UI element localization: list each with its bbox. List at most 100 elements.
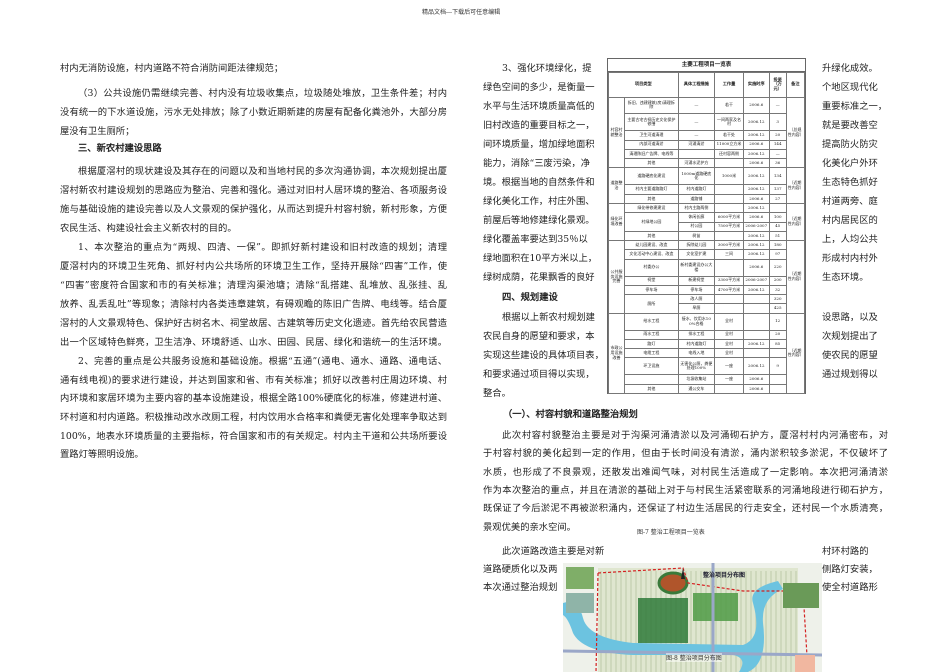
table-cell: 其他 [624,158,679,169]
table-cell: 97 [768,249,787,260]
table-cell: 通公交车 [677,383,716,395]
table-row: 村内主要道路路灯 村内道路灯 2006.12 137 [609,184,805,195]
table-cell: 其他 [624,193,679,204]
section-heading: （一）、村容村貌和道路整治规划 [503,409,638,420]
table-cell: 村内主路两侧 [677,202,716,214]
table-cell: 村公园 [677,221,716,232]
text-line: “四害”密度符合国家和市的有关标准；清理沟渠池塘；清除“乱搭建、乱堆放、乱张挂、… [60,280,447,291]
column-header: 项目类型 [608,72,679,98]
text-line: 此次道路改造主要是对新 [502,546,605,557]
text-line: 旧村改造的重要目标之一， [483,120,595,131]
figure-7-caption: 图-7 整治工程项目一览表 [637,529,705,536]
table-cell: 3300平方米 [714,275,744,286]
table-cell: 村内主要道路路灯 [624,184,679,195]
text-line: 设思路，以及 [822,312,878,323]
map-park [693,593,738,621]
table-cell: 1000m道路硬底化 [677,167,716,186]
column-header: 具体工程措施 [677,72,716,98]
section-heading: 四、规划建设 [502,292,558,303]
table-cell: 一座 [714,357,744,376]
text-line: 本次通过整治规划 [483,582,558,593]
table-cell [714,258,744,277]
table-cell: 改人厕 [677,294,716,305]
text-line: 水质，也形成了不良景观，还散发出难闻气味，对村民生活造成了一定影响。本次把河涌清… [483,466,888,478]
table-cell: — [677,96,716,115]
text-line: 根据厦滘村的现状建设及其存在的问题以及和当地村民的多次沟通协调，本次规划提出厦 [78,166,447,177]
page-header: 精品文档---下载后可任意编辑 [422,9,501,16]
text-line: 村环村路的 [822,546,869,557]
table-cell: — [768,96,787,115]
table-cell: 2006.6 [742,193,770,204]
table-row: 村绿地公园 休闲长廊 6000平方米 2006.6 100 [609,212,805,232]
table-cell: 电缆工程 [624,348,679,359]
text-line: 次规划提出了 [822,331,878,342]
table-cell: 停车场 [677,284,716,296]
table-cell: 排水工程 [677,329,716,340]
text-line: 个地区现代化 [822,82,878,93]
table-row: 环卫设施 无害化公厕，粪便处理100% 一座 2006.12 9 [609,357,805,376]
table-cell: 100 [768,212,787,223]
text-line: 绿化美化工作，村庄外围、 [483,196,595,207]
table-cell: 旱厕 [677,303,716,314]
text-line: 滘村新农村建设规划的思路应为整治、完善和强化。通过对旧村人居环境的整治、各项服务… [60,185,447,196]
text-line: 能力，消除“三废污染，净 [483,158,591,169]
table-cell: 文化活动中心建设、改造 [624,249,679,260]
text-line: 道路硬质化以及两 [483,564,558,575]
table-cell: 180 [768,240,787,251]
project-type-cell: 村容村貌整治 [607,96,626,169]
table-cell: 祠堂 [624,275,679,286]
text-line: 村道两旁、庭 [822,196,878,207]
table-cell: 134 [768,167,787,186]
table-cell [742,312,770,331]
table-row: 公共服务设施完善 幼儿园建设、改造 拆除幼儿园 3000平方米 2006.12 180 （近… [607,240,806,314]
table-cell: 垃圾收集站 [677,374,716,385]
table-cell: 绿化带修建建设 [624,202,679,214]
project-type-cell: 公共服务设施完善 [607,240,626,314]
table-cell [768,202,787,214]
text-line: 绿色空间的多少，是衡量一 [483,82,595,93]
table-cell: 2006.12 [742,240,770,251]
table-cell: 全村 [714,329,744,340]
table-row: 其他 道路铺 2006.6 27 [609,193,805,204]
table-cell: 文化室扩建 [677,249,716,260]
table-cell: 拆除幼儿园 [677,240,716,251]
table-cell: 2006.6 [742,96,770,115]
text-line: 放养、乱丢乱吐”等现象；清除村内各类违章建筑，有碍观瞻的陈旧广告牌、电线等。结合… [60,299,447,310]
table-cell: 320 [768,294,787,305]
text-line: 村内无消防设施，村内道路不符合消防间距法律规范； [60,63,284,74]
table-cell: 20 [768,130,787,141]
table-cell: 河涌水泥护方 [677,158,716,169]
table-cell: 32 [768,284,787,296]
text-line: 使全村道路形 [822,582,878,593]
table-cell [714,193,744,204]
table-row: 路灯 村内道路灯 全村 2006.12 85 [609,338,805,350]
table-cell: 幼儿园建设、改造 [624,240,679,251]
table-cell [742,329,770,340]
table-cell [714,202,744,214]
remark-cell: （近期性内容） [785,240,806,314]
table-cell: 27 [768,193,787,204]
table-cell [742,303,770,314]
table-cell: 路灯 [624,338,679,350]
table-cell: 内部河道清淤 [624,139,679,150]
table-row: 村容村貌整治 拆旧、违建建筑(房)清理拆除 — 若干 2006.6— （总规性内容） [607,96,806,169]
table-cell: 2006.6 [742,374,770,385]
table-cell: 休闲长廊 [677,212,716,223]
remark-cell: （近期性内容） [785,167,806,204]
text-line: 前屋后等地修建绿化景观。 [483,215,595,226]
table-cell: 2006.6 [742,139,770,150]
text-line: （3）公共设施仍需继续完善、村内没有垃圾收集点，垃圾随处堆放，卫生条件差；村内 [78,88,447,99]
table-row: 文化活动中心建设、改造 文化室扩建 三间 2006.12 97 [609,249,805,260]
table-cell: 2006.12 [742,148,770,160]
table-cell: 清理陈旧广告牌、电线等 [624,148,679,160]
table-cell: 雨水工程 [624,329,679,340]
table-row: 主要古宅古祠历史文化保护修缮 — 一间两家及名村 2006.12 3 [609,113,805,132]
table-cell: 6000平方米 [714,212,744,223]
table-cell: 45 [768,221,787,232]
table-cell: 给水工程 [624,312,679,331]
table-cell: 厕所 [624,294,679,314]
text-line: 绿化覆盖率要达到35％以 [483,234,588,245]
column-header: 投资（万元） [768,72,787,98]
text-line: 提高防火防灾 [822,139,878,150]
table-cell: 85 [768,338,787,350]
